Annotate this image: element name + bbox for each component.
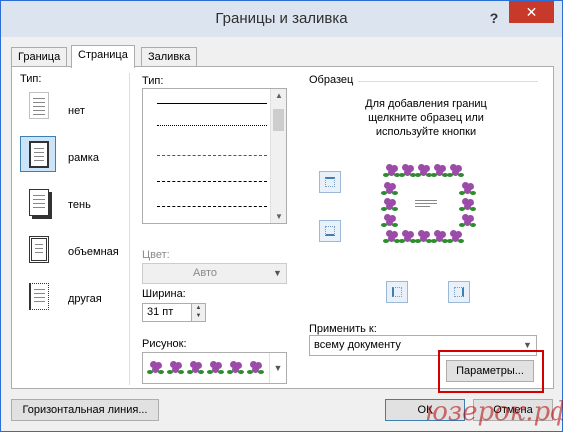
line-style-solid[interactable] (157, 103, 267, 104)
tab-shading[interactable]: Заливка (141, 47, 198, 67)
top-border-button[interactable] (319, 171, 341, 193)
width-label: Ширина: (142, 288, 186, 300)
flower-icon (207, 361, 224, 375)
width-value[interactable]: 31 пт (147, 306, 173, 318)
flower-icon (381, 214, 398, 228)
preview-text-icon (415, 200, 437, 208)
setting-label: Тип: (20, 73, 42, 85)
help-button[interactable]: ? (483, 7, 505, 29)
line-style-dashed[interactable] (157, 181, 267, 182)
setting-none-label[interactable]: нет (68, 105, 85, 117)
line-style-dotted[interactable] (157, 125, 267, 126)
setting-box-icon[interactable] (20, 136, 56, 172)
flower-icon (227, 361, 244, 375)
flower-icon (459, 214, 476, 228)
color-select: Авто ▼ (142, 263, 287, 284)
bottom-border-button[interactable] (319, 220, 341, 242)
flower-icon (447, 164, 464, 178)
watermark: юзерок.рф (425, 397, 563, 427)
style-label: Тип: (142, 75, 164, 87)
setting-shadow-label[interactable]: тень (68, 199, 91, 211)
flower-icon (431, 164, 448, 178)
flower-icon (247, 361, 264, 375)
art-flower-row (147, 361, 265, 377)
setting-custom-icon[interactable] (20, 278, 56, 314)
right-border-button[interactable] (448, 281, 470, 303)
borders-and-shading-dialog: Границы и заливка ? ✕ Граница Страница З… (0, 0, 563, 432)
preview-hint: Для добавления границ щелкните образец и… (365, 98, 487, 138)
dialog-title: Границы и заливка (215, 10, 348, 27)
flower-icon (383, 164, 400, 178)
horizontal-line-button[interactable]: Горизонтальная линия... (11, 399, 159, 421)
flower-icon (459, 198, 476, 212)
flower-icon (381, 182, 398, 196)
flower-icon (147, 361, 164, 375)
close-button[interactable]: ✕ (509, 1, 554, 23)
setting-3d-label[interactable]: объемная (68, 246, 119, 258)
setting-3d-icon[interactable] (20, 231, 56, 267)
flower-icon (447, 230, 464, 244)
flower-icon (399, 164, 416, 178)
title-bar: Границы и заливка ? ✕ (1, 1, 562, 37)
stepper-down-icon[interactable]: ▼ (192, 312, 205, 320)
preview-divider (358, 81, 538, 82)
width-stepper[interactable]: 31 пт ▲ ▼ (142, 303, 206, 322)
line-style-scrollbar[interactable]: ▲ ▼ (270, 89, 286, 223)
chevron-down-icon: ▼ (273, 268, 282, 278)
setting-shadow-icon[interactable] (20, 184, 56, 220)
flower-icon (459, 182, 476, 196)
color-value: Авто (193, 267, 217, 279)
flower-icon (381, 198, 398, 212)
flower-icon (167, 361, 184, 375)
line-style-dash-dot[interactable] (157, 206, 267, 207)
flower-icon (383, 230, 400, 244)
close-icon: ✕ (525, 4, 538, 20)
apply-to-label: Применить к: (309, 323, 377, 335)
stepper-up-icon[interactable]: ▲ (192, 304, 205, 312)
color-label: Цвет: (142, 249, 170, 261)
options-button[interactable]: Параметры... (446, 360, 534, 382)
setting-divider (129, 73, 130, 385)
flower-icon (415, 230, 432, 244)
scroll-thumb[interactable] (273, 109, 284, 131)
flower-icon (415, 164, 432, 178)
flower-icon (399, 230, 416, 244)
preview-sample[interactable] (377, 158, 476, 250)
scroll-down-icon[interactable]: ▼ (271, 212, 287, 221)
left-border-button[interactable] (386, 281, 408, 303)
setting-none-icon[interactable] (20, 87, 56, 123)
line-style-fine-dash[interactable] (157, 155, 267, 156)
tab-page-border[interactable]: Страница (71, 45, 135, 68)
apply-to-value: всему документу (314, 339, 401, 351)
setting-box-label[interactable]: рамка (68, 152, 99, 164)
art-label: Рисунок: (142, 338, 187, 350)
flower-icon (187, 361, 204, 375)
line-style-list[interactable]: ▲ ▼ (142, 88, 287, 224)
chevron-down-icon[interactable]: ▼ (269, 353, 286, 383)
preview-label: Образец (309, 74, 354, 86)
setting-custom-label[interactable]: другая (68, 293, 102, 305)
flower-icon (431, 230, 448, 244)
art-select[interactable]: ▼ (142, 352, 287, 384)
tab-border[interactable]: Граница (11, 47, 68, 67)
scroll-up-icon[interactable]: ▲ (271, 91, 287, 100)
